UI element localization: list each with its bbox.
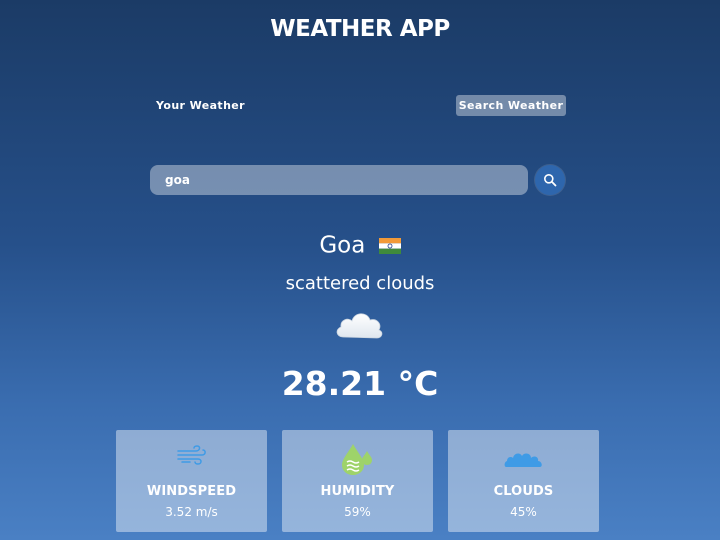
humidity-card: HUMIDITY 59% [282,430,433,532]
app-title: WEATHER APP [270,16,450,42]
search-icon [544,174,557,187]
humidity-label: HUMIDITY [320,484,395,499]
windspeed-label: WINDSPEED [146,484,237,499]
search-input[interactable] [150,165,528,195]
city-name: Goa [319,232,366,259]
humidity-value: 59% [344,505,371,519]
temperature: 28.21 °C [281,364,439,403]
tab-your-weather[interactable]: Your Weather [156,96,245,115]
clouds-icon [504,453,542,467]
windspeed-value: 3.52 m/s [165,505,218,519]
wind-icon [176,445,206,465]
cloud-icon [336,313,383,339]
clouds-label: CLOUDS [493,484,554,499]
tab-search-weather[interactable]: Search Weather [456,95,566,116]
weather-description: scattered clouds [285,273,435,294]
india-flag-icon [378,237,401,254]
windspeed-card: WINDSPEED 3.52 m/s [116,430,267,532]
humidity-icon [341,444,372,475]
search-button[interactable] [535,165,565,195]
city-row: Goa [0,232,720,259]
clouds-card: CLOUDS 45% [448,430,599,532]
clouds-value: 45% [510,505,537,519]
